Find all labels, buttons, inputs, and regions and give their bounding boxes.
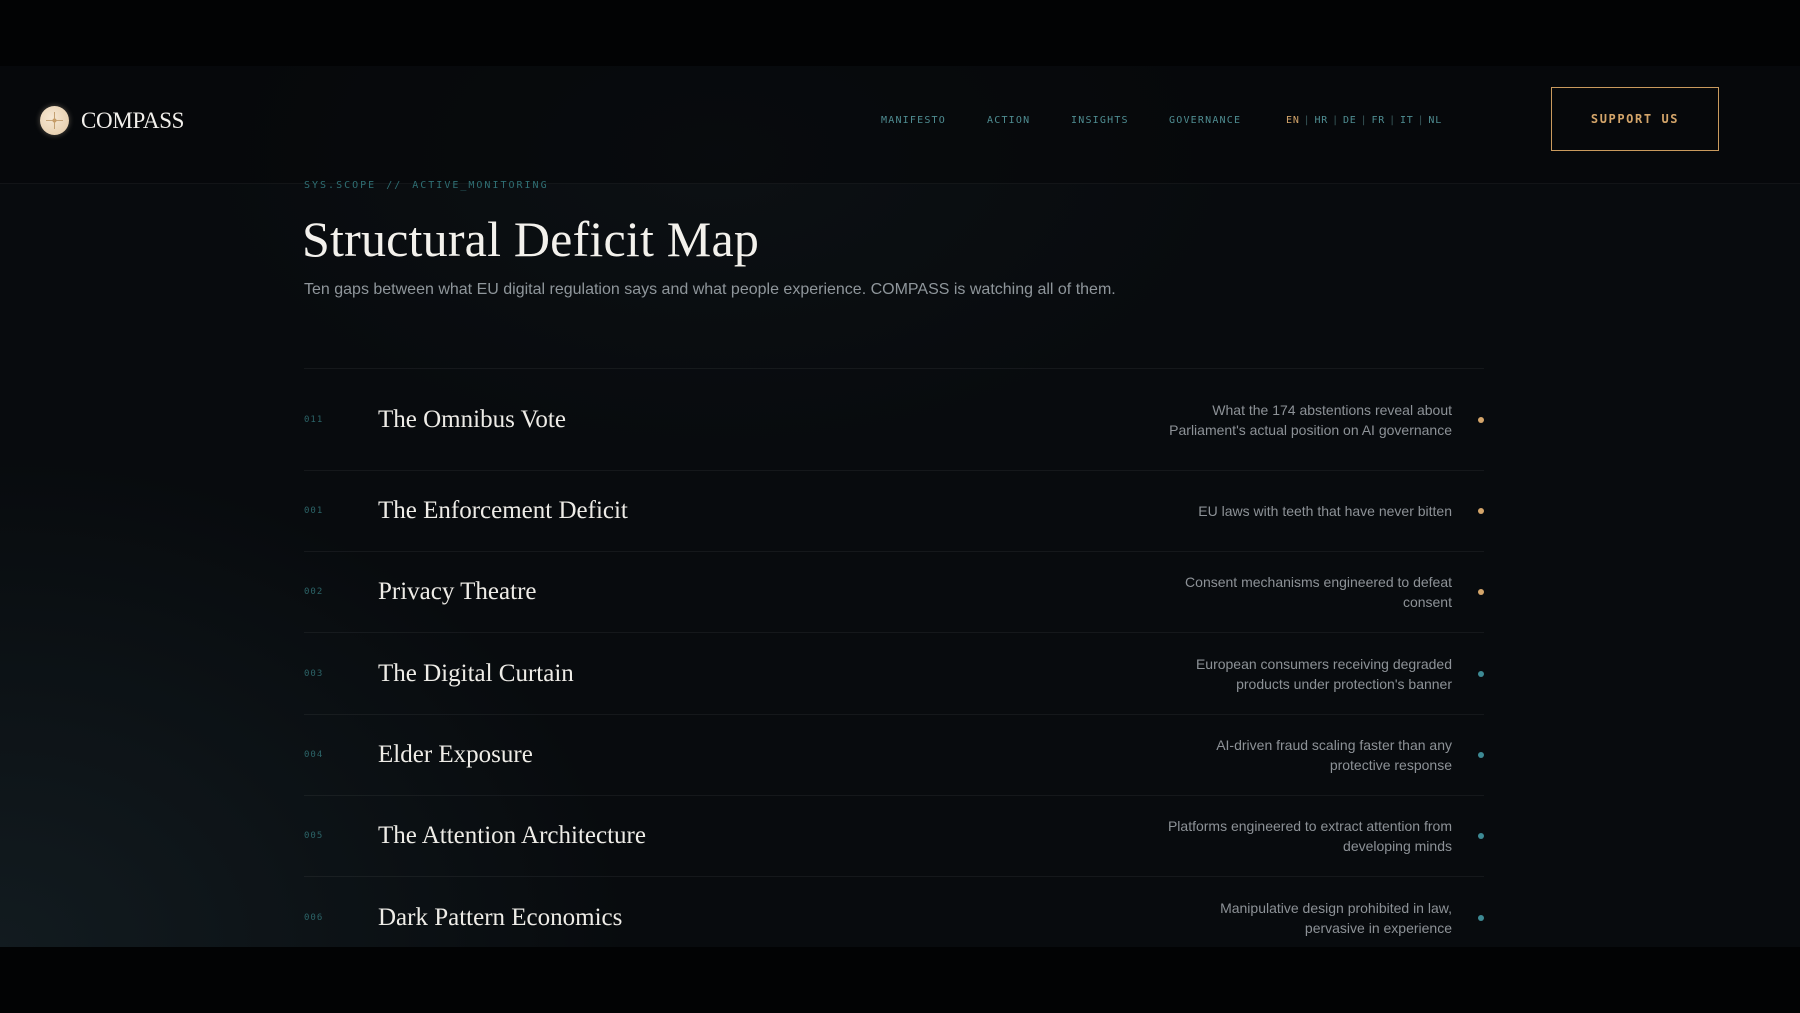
- deficit-title: The Enforcement Deficit: [378, 497, 628, 524]
- lang-hr[interactable]: HR: [1314, 115, 1328, 126]
- deficit-title: Dark Pattern Economics: [378, 903, 623, 931]
- status-dot: [1478, 589, 1484, 595]
- lang-fr[interactable]: FR: [1371, 115, 1385, 126]
- deficit-title: The Digital Curtain: [378, 659, 574, 687]
- eyebrow-separator: //: [386, 180, 403, 191]
- nav-governance[interactable]: GOVERNANCE: [1169, 115, 1241, 126]
- deficit-row[interactable]: 003 The Digital Curtain European consume…: [304, 632, 1484, 714]
- deficit-number: 011: [304, 414, 324, 425]
- status-dot: [1478, 914, 1484, 921]
- compass-icon: [40, 106, 69, 135]
- nav-insights[interactable]: INSIGHTS: [1071, 115, 1129, 126]
- status-dot: [1478, 670, 1484, 677]
- status-dot: [1478, 833, 1484, 839]
- deficit-row[interactable]: 004 Elder Exposure AI-driven fraud scali…: [304, 714, 1484, 795]
- nav-action[interactable]: ACTION: [987, 115, 1030, 126]
- logo-link[interactable]: COMPASS: [40, 106, 184, 135]
- eyebrow-status: ACTIVE_MONITORING: [412, 180, 549, 191]
- deficit-number: 001: [304, 506, 324, 516]
- page-subtitle: Ten gaps between what EU digital regulat…: [304, 281, 1116, 298]
- status-dot: [1478, 752, 1484, 758]
- deficit-number: 005: [304, 831, 324, 841]
- deficit-title: Privacy Theatre: [378, 578, 537, 605]
- deficit-row[interactable]: 006 Dark Pattern Economics Manipulative …: [304, 876, 1484, 947]
- section-eyebrow: SYS.SCOPE // ACTIVE_MONITORING: [304, 180, 549, 191]
- deficit-row[interactable]: 001 The Enforcement Deficit EU laws with…: [304, 470, 1484, 551]
- deficit-description: Platforms engineered to extract attentio…: [1167, 818, 1452, 854]
- deficit-description: Consent mechanisms engineered to defeat …: [1185, 574, 1452, 610]
- deficit-description: AI-driven fraud scaling faster than any …: [1216, 737, 1452, 773]
- support-us-button[interactable]: SUPPORT US: [1551, 87, 1719, 151]
- eyebrow-scope: SYS.SCOPE: [304, 180, 377, 191]
- deficit-list: 011 The Omnibus Vote What the 174 absten…: [304, 368, 1484, 947]
- page: COMPASS MANIFESTO ACTION INSIGHTS GOVERN…: [0, 66, 1800, 947]
- language-switcher: EN | HR | DE | FR | IT | NL: [1286, 115, 1443, 126]
- deficit-row[interactable]: 005 The Attention Architecture Platforms…: [304, 795, 1484, 876]
- deficit-number: 003: [304, 668, 324, 679]
- deficit-description: What the 174 abstentions reveal about Pa…: [1169, 401, 1452, 438]
- deficit-number: 004: [304, 750, 324, 760]
- nav-manifesto[interactable]: MANIFESTO: [881, 115, 946, 126]
- deficit-number: 002: [304, 587, 324, 597]
- deficit-title: Elder Exposure: [378, 741, 533, 768]
- deficit-description: European consumers receiving degraded pr…: [1195, 655, 1452, 692]
- lang-en[interactable]: EN: [1286, 115, 1300, 126]
- deficit-description: EU laws with teeth that have never bitte…: [1198, 503, 1452, 519]
- page-title: Structural Deficit Map: [302, 211, 760, 267]
- deficit-title: The Attention Architecture: [378, 822, 646, 849]
- status-dot: [1478, 508, 1484, 514]
- site-header: COMPASS MANIFESTO ACTION INSIGHTS GOVERN…: [0, 66, 1800, 184]
- lang-nl[interactable]: NL: [1428, 115, 1442, 126]
- brand-name: COMPASS: [81, 107, 185, 133]
- deficit-row[interactable]: 011 The Omnibus Vote What the 174 absten…: [304, 368, 1484, 470]
- deficit-title: The Omnibus Vote: [378, 405, 566, 433]
- lang-it[interactable]: IT: [1400, 115, 1414, 126]
- deficit-description: Manipulative design prohibited in law, p…: [1220, 899, 1452, 936]
- lang-de[interactable]: DE: [1343, 115, 1357, 126]
- status-dot: [1478, 416, 1484, 423]
- deficit-row[interactable]: 002 Privacy Theatre Consent mechanisms e…: [304, 551, 1484, 632]
- deficit-number: 006: [304, 912, 324, 923]
